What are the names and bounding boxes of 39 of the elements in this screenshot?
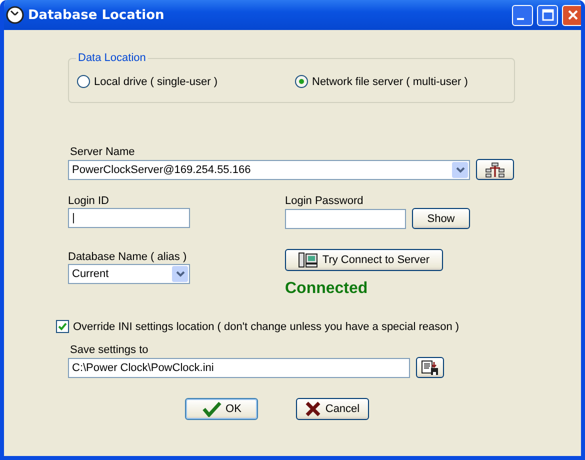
ok-button[interactable]: OK [185,398,258,420]
window-title: Database Location [28,8,164,22]
group-legend: Data Location [76,52,148,64]
connection-status: Connected [285,280,369,298]
settings-path-field[interactable]: C:\Power Clock\PowClock.ini [68,358,410,378]
maximize-button[interactable] [537,4,558,26]
browse-network-button[interactable] [476,159,514,180]
field-label: Save settings to [70,343,150,357]
cancel-button[interactable]: Cancel [296,398,369,420]
maximize-icon [542,9,554,21]
radio-option[interactable]: Local drive ( single-user ) [77,75,295,88]
network-icon [485,162,505,178]
checkmark-icon [202,401,222,417]
field-label: Login Password [285,194,364,208]
close-button[interactable] [562,4,581,26]
radio-option[interactable]: Network file server ( multi-user ) [295,75,513,88]
save-file-icon [421,360,439,376]
checkmark-icon [58,322,67,331]
dropdown-icon [456,166,464,172]
close-icon [566,9,578,21]
radio-indicator[interactable] [295,75,308,88]
login-id-field[interactable]: | [68,208,190,228]
database-name-combo[interactable]: Current [68,264,190,284]
server-name-combo[interactable]: PowerClockServer@169.254.55.166 [68,160,470,180]
clock-icon [6,6,24,24]
minimize-icon [517,18,524,20]
computer-icon [298,252,318,268]
cross-icon [305,401,322,417]
override-checkbox[interactable]: Override INI settings location ( don't change unless you have a special reason ) [56,320,581,333]
try-connect-button[interactable]: Try Connect to Server [285,249,443,271]
minimize-button[interactable] [512,4,533,26]
show-button[interactable]: Show [412,208,470,229]
field-label: Login ID [68,194,110,208]
login-password-field[interactable] [285,208,406,228]
dropdown-icon [176,271,184,277]
field-label: Database Name ( alias ) [68,250,188,264]
radio-indicator[interactable] [77,75,90,88]
field-label: Server Name [70,145,136,159]
save-file-button[interactable] [416,357,444,378]
